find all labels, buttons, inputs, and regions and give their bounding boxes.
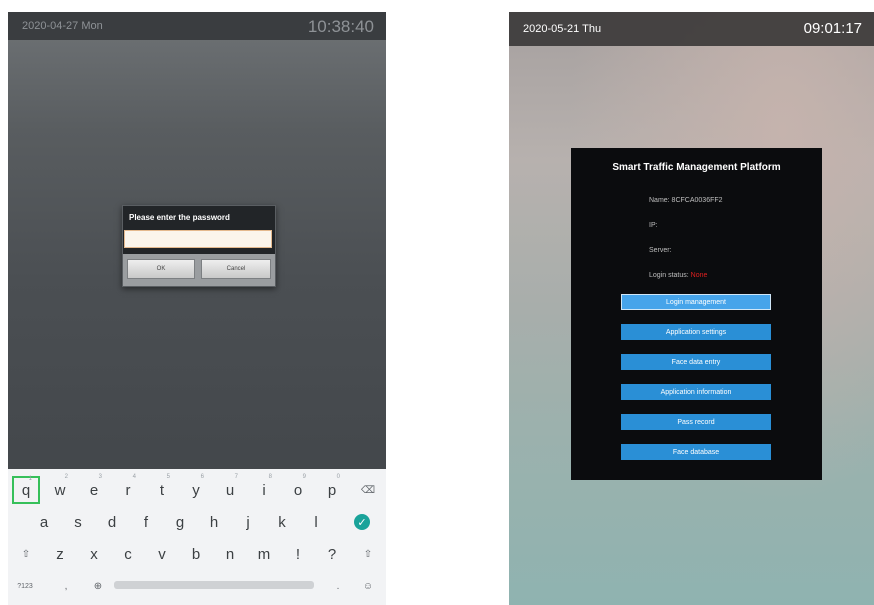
key-q[interactable]: q1	[12, 476, 40, 504]
key-exclamation[interactable]: !	[284, 540, 312, 568]
shift-icon[interactable]: ⇧	[12, 540, 40, 568]
key-t[interactable]: t5	[148, 474, 176, 504]
period-key[interactable]: .	[324, 572, 352, 600]
ip-label: IP:	[649, 222, 658, 229]
application-information-button[interactable]: Application information	[621, 384, 771, 400]
left-device-screen: 2020-04-27 Mon 10:38:40 Please enter the…	[8, 12, 386, 605]
status-time: 09:01:17	[803, 20, 862, 37]
key-e[interactable]: e3	[80, 474, 108, 504]
key-question[interactable]: ?	[318, 540, 346, 568]
symbols-mode-key[interactable]: ?123	[10, 572, 40, 600]
key-n[interactable]: n	[216, 540, 244, 568]
status-date: 2020-04-27 Mon	[22, 20, 103, 32]
ok-button[interactable]: OK	[127, 259, 195, 279]
key-o[interactable]: o9	[284, 474, 312, 504]
comma-key[interactable]: ,	[52, 572, 80, 600]
key-b[interactable]: b	[182, 540, 210, 568]
key-h[interactable]: h	[200, 508, 228, 536]
face-data-entry-button[interactable]: Face data entry	[621, 354, 771, 370]
cancel-button[interactable]: Cancel	[201, 259, 271, 279]
status-bar: 2020-05-21 Thu 09:01:17	[509, 12, 874, 46]
status-date: 2020-05-21 Thu	[523, 23, 602, 35]
device-name-label: Name: 8CFCA0036FF2	[649, 197, 723, 204]
shift-right-icon[interactable]: ⇧	[354, 540, 382, 568]
keyboard-row-3: ⇧ z x c v b n m ! ? ⇧	[8, 540, 386, 570]
application-settings-button[interactable]: Application settings	[621, 324, 771, 340]
key-a[interactable]: a	[30, 508, 58, 536]
key-u[interactable]: u7	[216, 474, 244, 504]
enter-check-key[interactable]: ✓	[348, 508, 376, 536]
right-device-screen: 2020-05-21 Thu 09:01:17 Smart Traffic Ma…	[509, 12, 874, 605]
panel-title: Smart Traffic Management Platform	[612, 162, 781, 173]
key-l[interactable]: l	[302, 508, 330, 536]
management-menu-panel: Smart Traffic Management Platform Name: …	[571, 148, 822, 480]
keyboard-row-4: ?123 , ⊕ . ☺	[8, 572, 386, 602]
dialog-button-row: OK Cancel	[123, 254, 275, 286]
status-bar: 2020-04-27 Mon 10:38:40	[8, 12, 386, 40]
key-p[interactable]: p0	[318, 474, 346, 504]
password-dialog-title: Please enter the password	[129, 213, 230, 222]
key-g[interactable]: g	[166, 508, 194, 536]
key-r[interactable]: r4	[114, 474, 142, 504]
password-input[interactable]	[124, 230, 272, 248]
key-v[interactable]: v	[148, 540, 176, 568]
pass-record-button[interactable]: Pass record	[621, 414, 771, 430]
key-j[interactable]: j	[234, 508, 262, 536]
login-management-button[interactable]: Login management	[621, 294, 771, 310]
key-s[interactable]: s	[64, 508, 92, 536]
key-m[interactable]: m	[250, 540, 278, 568]
key-w[interactable]: w2	[46, 474, 74, 504]
password-dialog: Please enter the password OK Cancel	[122, 205, 276, 287]
keyboard-row-1: q1 w2 e3 r4 t5 y6 u7 i8 o9 p0 ⌫	[8, 474, 386, 506]
backspace-icon[interactable]: ⌫	[354, 476, 382, 504]
soft-keyboard: q1 w2 e3 r4 t5 y6 u7 i8 o9 p0 ⌫ a s d f …	[8, 469, 386, 605]
key-y[interactable]: y6	[182, 474, 210, 504]
face-database-button[interactable]: Face database	[621, 444, 771, 460]
key-c[interactable]: c	[114, 540, 142, 568]
globe-icon[interactable]: ⊕	[84, 572, 112, 600]
key-k[interactable]: k	[268, 508, 296, 536]
space-bar[interactable]	[114, 581, 314, 589]
login-status-value: None	[690, 272, 708, 279]
key-f[interactable]: f	[132, 508, 160, 536]
login-status: Login status: None	[649, 272, 707, 279]
check-icon: ✓	[354, 514, 370, 530]
login-status-label: Login status:	[649, 272, 689, 279]
server-label: Server:	[649, 247, 672, 254]
key-x[interactable]: x	[80, 540, 108, 568]
status-time: 10:38:40	[307, 17, 374, 36]
keyboard-row-2: a s d f g h j k l ✓	[8, 508, 386, 538]
key-z[interactable]: z	[46, 540, 74, 568]
key-d[interactable]: d	[98, 508, 126, 536]
key-i[interactable]: i8	[250, 474, 278, 504]
emoji-icon[interactable]: ☺	[354, 572, 382, 600]
